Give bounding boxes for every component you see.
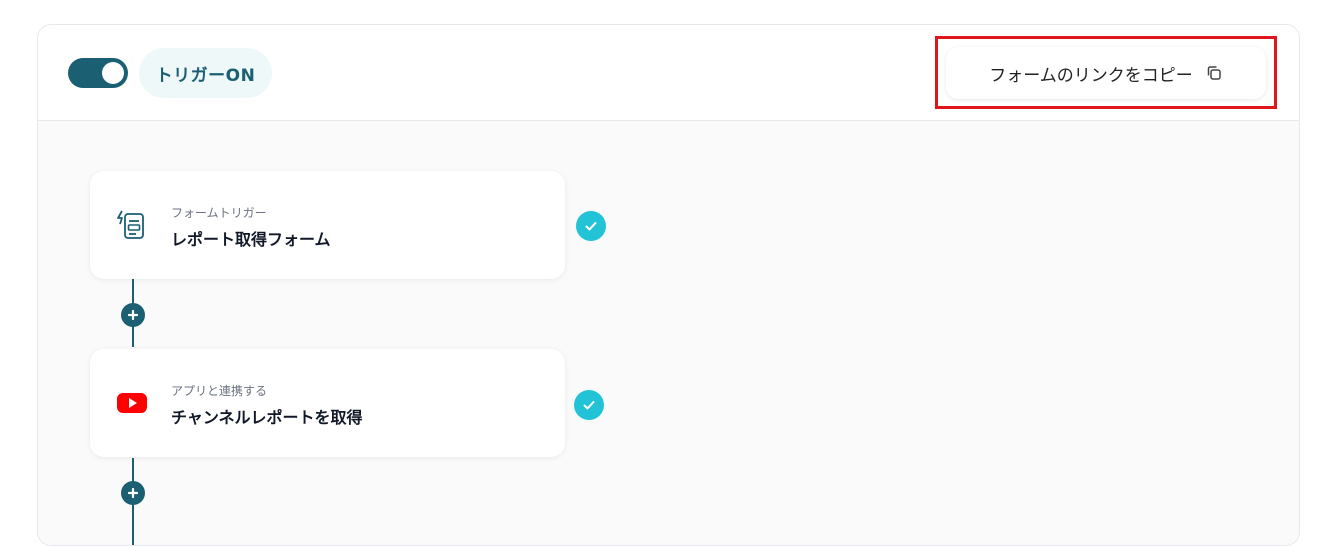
copy-form-link-button[interactable]: フォームのリンクをコピー [946, 47, 1266, 99]
flow-header: トリガーON フォームのリンクをコピー [38, 25, 1299, 121]
toggle-knob [102, 62, 124, 84]
trigger-toggle[interactable] [68, 58, 128, 88]
plus-icon [127, 309, 139, 321]
step-complete-check-icon [576, 211, 606, 241]
copy-icon [1205, 64, 1223, 82]
add-step-button[interactable] [121, 481, 145, 505]
flow-panel: トリガーON フォームのリンクをコピー フォームトリガー レポート取得フォーム [37, 24, 1300, 546]
add-step-button[interactable] [121, 303, 145, 327]
flow-step-card[interactable]: フォームトリガー レポート取得フォーム [90, 171, 565, 279]
step-title: チャンネルレポートを取得 [171, 408, 363, 427]
copy-form-link-label: フォームのリンクをコピー [989, 65, 1193, 86]
youtube-icon [114, 385, 150, 421]
form-trigger-icon [114, 207, 150, 243]
step-category: アプリと連携する [171, 384, 268, 398]
trigger-status-badge: トリガーON [139, 48, 272, 98]
flow-step-card[interactable]: アプリと連携する チャンネルレポートを取得 [90, 349, 565, 457]
plus-icon [127, 487, 139, 499]
step-title: レポート取得フォーム [171, 230, 331, 249]
step-complete-check-icon [574, 390, 604, 420]
step-category: フォームトリガー [171, 206, 267, 220]
